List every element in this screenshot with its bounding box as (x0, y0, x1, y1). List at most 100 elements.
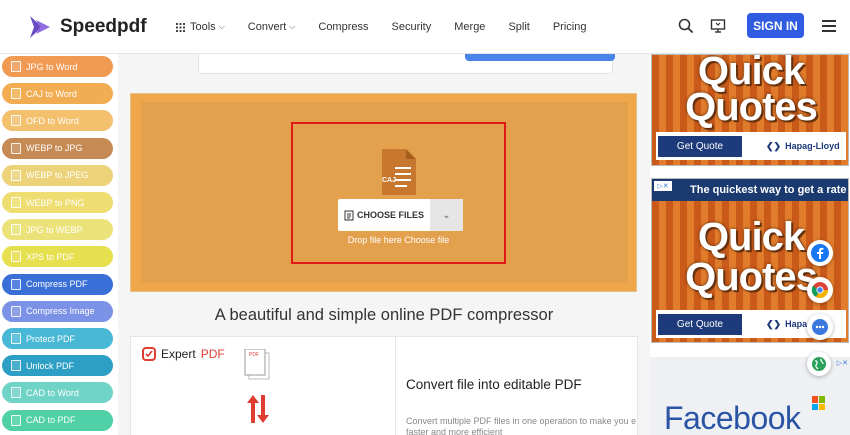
grid-icon (176, 22, 185, 32)
sidebar-item[interactable]: WEBP to PNG (2, 192, 113, 213)
sign-in-button[interactable]: SIGN IN (747, 13, 804, 38)
sidebar-item-label: CAJ to Word (26, 88, 77, 99)
expert-pdf-promo: Expert PDF PDF Convert file into editable… (130, 336, 638, 435)
top-card-button[interactable] (465, 54, 615, 61)
brand-name: Speedpdf (60, 16, 147, 37)
nav-pricing[interactable]: Pricing (553, 21, 587, 33)
chrome-extension-icon[interactable] (807, 277, 833, 303)
nav-tools[interactable]: Tools ⌵ (176, 21, 225, 33)
sidebar-item-label: XPS to PDF (26, 251, 75, 262)
sidebar-item-label: CAD to Word (26, 387, 79, 398)
facebook-ad-text: Facebook (664, 400, 801, 435)
hapag-logo-icon: ❮❯ (766, 140, 782, 151)
file-convert-icon (11, 197, 21, 208)
search-icon[interactable] (677, 17, 695, 35)
speedpdf-logo-icon (30, 16, 50, 38)
sidebar-item[interactable]: Protect PDF (2, 328, 113, 349)
file-convert-icon (11, 224, 21, 236)
page-tagline: A beautiful and simple online PDF compre… (214, 306, 554, 324)
sidebar-item[interactable]: XPS to PDF (2, 246, 113, 268)
choose-files-label: CHOOSE FILES (356, 210, 424, 220)
nav-split-label: Split (508, 21, 530, 33)
file-convert-icon (11, 387, 21, 399)
get-quote-button[interactable]: Get Quote (658, 135, 742, 157)
sidebar-item[interactable]: Compress Image (2, 300, 113, 322)
sidebar-item[interactable]: OFD to Word (2, 110, 113, 132)
desktop-icon[interactable] (709, 17, 727, 35)
sidebar-item[interactable]: JPG to Word (2, 56, 113, 77)
sidebar-item-label: Protect PDF (26, 333, 76, 344)
sidebar-item[interactable]: WEBP to JPG (2, 137, 113, 159)
windows-logo-icon[interactable] (812, 396, 826, 410)
file-convert-icon (11, 115, 21, 127)
hapag-logo-icon: ❮❯ (766, 318, 782, 329)
expert-brand-suffix: PDF (200, 347, 225, 361)
sidebar-item[interactable]: CAJ to Word (2, 83, 113, 105)
sidebar-item-label: WEBP to JPG (26, 143, 83, 154)
sidebar-item[interactable]: CAD to Word (2, 382, 113, 404)
sidebar-item[interactable]: CAD to PDF (2, 409, 113, 431)
nav-split[interactable]: Split (508, 21, 529, 33)
ad-banner-1[interactable]: Quick Quotes Get Quote ❮❯ Hapag-Lloyd (651, 54, 849, 166)
expert-pdf-logo[interactable]: Expert PDF (142, 347, 225, 361)
nav-merge[interactable]: Merge (454, 21, 485, 33)
nav-convert[interactable]: Convert ⌵ (248, 21, 296, 33)
file-convert-icon (11, 61, 21, 72)
drop-hint: Drop file here Choose file (347, 235, 450, 245)
facebook-share-icon[interactable] (807, 240, 833, 266)
sidebar-item-label: CAD to PDF (26, 415, 76, 426)
file-convert-icon (11, 333, 21, 344)
upload-dropzone[interactable]: CAJ CHOOSE FILES ⌄ Drop file here Choose… (141, 102, 628, 283)
pdf-badge: PDF (249, 352, 259, 358)
ad-footer: Get Quote ❮❯ Hapag-Lloyd (656, 132, 846, 160)
globe-icon[interactable] (807, 352, 831, 376)
brand-logo[interactable]: Speedpdf (26, 14, 147, 40)
chevron-down-icon[interactable]: ⌄ (430, 199, 463, 231)
choose-files-main[interactable]: CHOOSE FILES (338, 199, 430, 231)
nav-compress-label: Compress (318, 21, 369, 33)
main-content: CAJ CHOOSE FILES ⌄ Drop file here Choose… (118, 54, 650, 435)
ad-info-icon[interactable]: ▷✕ (837, 359, 848, 367)
sidebar-item-label: WEBP to PNG (26, 197, 85, 208)
chevron-down-icon: ⌵ (289, 22, 296, 31)
chevron-down-icon: ⌵ (218, 22, 225, 31)
highlight-box: CAJ CHOOSE FILES ⌄ Drop file here Choose… (291, 122, 506, 264)
ad-quotes-text: Quotes (685, 85, 818, 129)
hapag-name: Hapag-Lloyd (785, 141, 840, 151)
sidebar-item[interactable]: WEBP to JPEG (2, 164, 113, 186)
hapag-lloyd-logo: ❮❯ Hapag-Lloyd (766, 141, 840, 152)
expert-pdf-icon (142, 347, 156, 361)
chat-icon[interactable] (807, 314, 833, 340)
sidebar-item-label: Unlock PDF (26, 360, 75, 371)
header-actions: SIGN IN (677, 13, 836, 38)
convert-arrows-icon (246, 393, 270, 430)
file-convert-icon (11, 169, 21, 181)
tools-sidebar: JPG to Word CAJ to Word OFD to Word WEBP to… (0, 56, 118, 435)
file-convert-icon (11, 142, 21, 154)
sidebar-item[interactable]: Unlock PDF (2, 355, 113, 377)
file-convert-icon (11, 251, 21, 263)
sidebar-item[interactable]: Compress PDF (2, 273, 113, 295)
ad-headline: The quickest way to get a rate (652, 179, 848, 201)
get-quote-button-2[interactable]: Get Quote (658, 313, 742, 335)
sidebar-item[interactable]: JPG to WEBP (2, 219, 113, 241)
sidebar-item-label: OFD to Word (26, 115, 79, 126)
document-icon (344, 210, 354, 220)
nav-merge-label: Merge (454, 21, 486, 33)
nav-convert-label: Convert (247, 21, 287, 33)
file-convert-icon (11, 88, 21, 100)
choose-files-button[interactable]: CHOOSE FILES ⌄ (338, 199, 463, 231)
ad-info-icon[interactable]: ▷✕ (654, 181, 672, 191)
nav-security[interactable]: Security (392, 21, 432, 33)
caj-file-icon: CAJ (380, 147, 418, 202)
sidebar-item-label: JPG to WEBP (26, 224, 83, 235)
nav-security-label: Security (391, 21, 432, 33)
file-convert-icon (11, 305, 21, 317)
promo-title: Convert file into editable PDF (406, 377, 582, 392)
promo-image: Expert PDF PDF (131, 337, 396, 435)
top-navbar: Speedpdf Tools ⌵ Convert ⌵ Compress Secu… (0, 0, 850, 54)
promo-description: Convert multiple PDF files in one operat… (406, 416, 637, 435)
nav-tools-label: Tools (190, 21, 216, 33)
nav-compress[interactable]: Compress (318, 21, 368, 33)
hamburger-menu-icon[interactable] (822, 19, 836, 32)
